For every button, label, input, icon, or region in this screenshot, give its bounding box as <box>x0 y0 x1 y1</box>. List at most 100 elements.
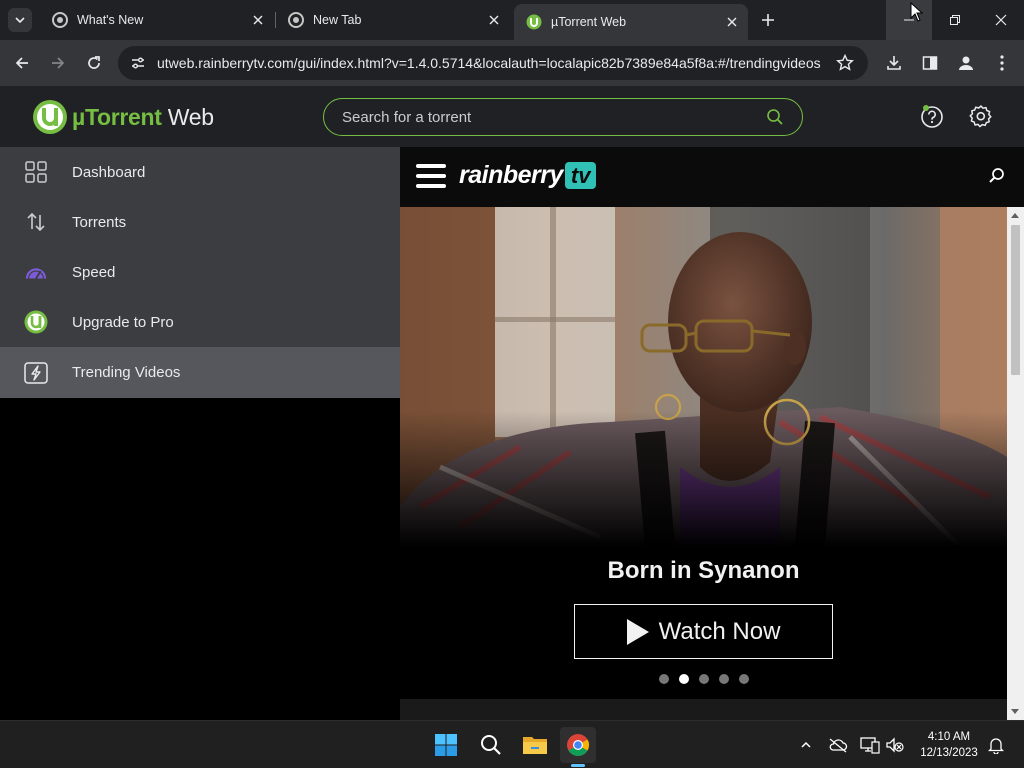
browser-tab-utorrent-web[interactable]: µTorrent Web <box>514 4 748 40</box>
carousel-dot-2[interactable] <box>678 674 689 684</box>
sidebar-item-label: Torrents <box>72 213 127 231</box>
url-text[interactable]: utweb.rainberrytv.com/gui/index.html?v=1… <box>157 46 821 80</box>
profile-button[interactable] <box>952 49 980 77</box>
watch-now-button[interactable]: Watch Now <box>574 604 833 659</box>
downloads-button[interactable] <box>880 49 908 77</box>
scroll-down-arrow-icon[interactable] <box>1011 709 1019 714</box>
torrent-search-box[interactable] <box>323 98 803 136</box>
new-tab-button[interactable] <box>756 8 780 32</box>
close-icon <box>995 14 1007 26</box>
sidebar-item-upgrade-to-pro[interactable]: Upgrade to Pro <box>0 297 400 347</box>
sidebar-empty-area <box>0 398 400 720</box>
arrow-left-icon <box>15 57 28 69</box>
torrent-search-input[interactable] <box>342 99 742 135</box>
chrome-icon <box>288 12 304 28</box>
lightning-screen-icon <box>24 361 48 385</box>
vertical-scrollbar[interactable] <box>1007 207 1024 720</box>
featured-video-title: Born in Synanon <box>607 557 800 584</box>
scroll-up-arrow-icon[interactable] <box>1011 213 1019 218</box>
hamburger-menu-icon[interactable] <box>416 164 446 188</box>
carousel-dot-5[interactable] <box>738 674 749 684</box>
rainberry-logo-word: rainberry <box>459 161 563 189</box>
back-button[interactable] <box>8 49 36 77</box>
utorrent-logo-icon <box>33 100 67 134</box>
minimize-button[interactable] <box>886 0 932 40</box>
network-tray-button[interactable] <box>860 735 880 755</box>
chrome-taskbar-button[interactable] <box>560 727 596 763</box>
sidebar-item-speed[interactable]: Speed <box>0 247 400 297</box>
utorrent-logo[interactable]: µTorrent Web <box>32 99 214 135</box>
sidebar-item-torrents[interactable]: Torrents <box>0 197 400 247</box>
utorrent-header: µTorrent Web <box>0 86 1024 147</box>
utorrent-favicon-icon <box>526 14 542 30</box>
browser-tab-whats-new[interactable]: What's New <box>40 0 274 40</box>
close-tab-icon[interactable] <box>248 10 268 30</box>
speaker-muted-icon <box>886 737 904 753</box>
help-icon <box>921 105 943 128</box>
speedometer-icon <box>24 260 48 284</box>
sidebar-item-label: Trending Videos <box>72 364 181 381</box>
close-window-button[interactable] <box>978 0 1024 40</box>
dashboard-grid-icon <box>24 160 48 184</box>
taskbar-search-button[interactable] <box>473 727 509 763</box>
windows-taskbar: 4:10 AM 12/13/2023 <box>0 720 1024 768</box>
carousel-dots <box>400 674 1007 684</box>
address-bar[interactable]: utweb.rainberrytv.com/gui/index.html?v=1… <box>118 46 868 80</box>
sidebar-item-trending-videos[interactable]: Trending Videos <box>0 347 400 398</box>
volume-tray-button[interactable] <box>885 735 905 755</box>
gear-icon <box>969 105 992 128</box>
close-tab-icon[interactable] <box>722 12 742 32</box>
restore-button[interactable] <box>932 0 978 40</box>
forward-button[interactable] <box>44 49 72 77</box>
kebab-menu-icon <box>1000 55 1004 71</box>
carousel-dot-4[interactable] <box>718 674 729 684</box>
utorrent-logo-icon <box>24 310 48 334</box>
bookmark-star-icon[interactable] <box>836 53 854 77</box>
onedrive-tray-button[interactable] <box>828 735 848 755</box>
featured-video-info: Born in Synanon Watch Now <box>400 547 1007 699</box>
tab-title: New Tab <box>313 13 362 27</box>
search-icon[interactable] <box>766 108 784 131</box>
tab-title: What's New <box>77 13 144 27</box>
chrome-menu-button[interactable] <box>988 49 1016 77</box>
clock-time: 4:10 AM <box>927 731 971 743</box>
show-hidden-icons-button[interactable] <box>796 735 816 755</box>
reload-button[interactable] <box>80 49 108 77</box>
settings-button[interactable] <box>968 103 994 129</box>
up-down-arrows-icon <box>24 210 48 234</box>
sidebar-item-dashboard[interactable]: Dashboard <box>0 147 400 197</box>
rainberry-tv-panel: rainberry tv Born in Synanon Watch Now <box>400 147 1024 720</box>
tab-search-button[interactable] <box>8 8 32 32</box>
bell-icon <box>988 738 1004 754</box>
watch-now-label: Watch Now <box>658 617 781 645</box>
folder-icon <box>523 737 547 754</box>
featured-video-image <box>400 207 1007 547</box>
rainberry-logo[interactable]: rainberry tv <box>459 161 597 190</box>
sidebar-item-label: Dashboard <box>72 163 146 181</box>
site-settings-icon[interactable] <box>130 55 146 76</box>
rainberry-top-bar: rainberry tv <box>400 147 1024 207</box>
side-panel-button[interactable] <box>916 49 944 77</box>
network-icon <box>860 737 880 754</box>
notifications-button[interactable] <box>986 735 1006 755</box>
cloud-off-icon <box>829 738 848 753</box>
rainberry-logo-tv: tv <box>564 162 597 189</box>
chrome-icon <box>52 12 68 28</box>
browser-toolbar: utweb.rainberrytv.com/gui/index.html?v=1… <box>0 40 1024 86</box>
sidebar-item-label: Speed <box>72 263 116 281</box>
scrollbar-thumb[interactable] <box>1011 225 1020 375</box>
file-explorer-button[interactable] <box>517 727 553 763</box>
clock[interactable]: 4:10 AM 12/13/2023 <box>912 729 986 761</box>
mouse-cursor-icon <box>910 2 924 22</box>
close-tab-icon[interactable] <box>484 10 504 30</box>
start-button[interactable] <box>428 727 464 763</box>
rainberry-search-icon[interactable] <box>988 167 1006 190</box>
carousel-dot-1[interactable] <box>658 674 669 684</box>
browser-tab-new-tab[interactable]: New Tab <box>276 0 510 40</box>
chevron-up-icon <box>801 741 811 748</box>
arrow-right-icon <box>52 57 65 69</box>
featured-video-thumbnail[interactable] <box>400 207 1007 547</box>
chrome-icon <box>567 734 589 756</box>
help-button[interactable] <box>919 103 945 129</box>
carousel-dot-3[interactable] <box>698 674 709 684</box>
